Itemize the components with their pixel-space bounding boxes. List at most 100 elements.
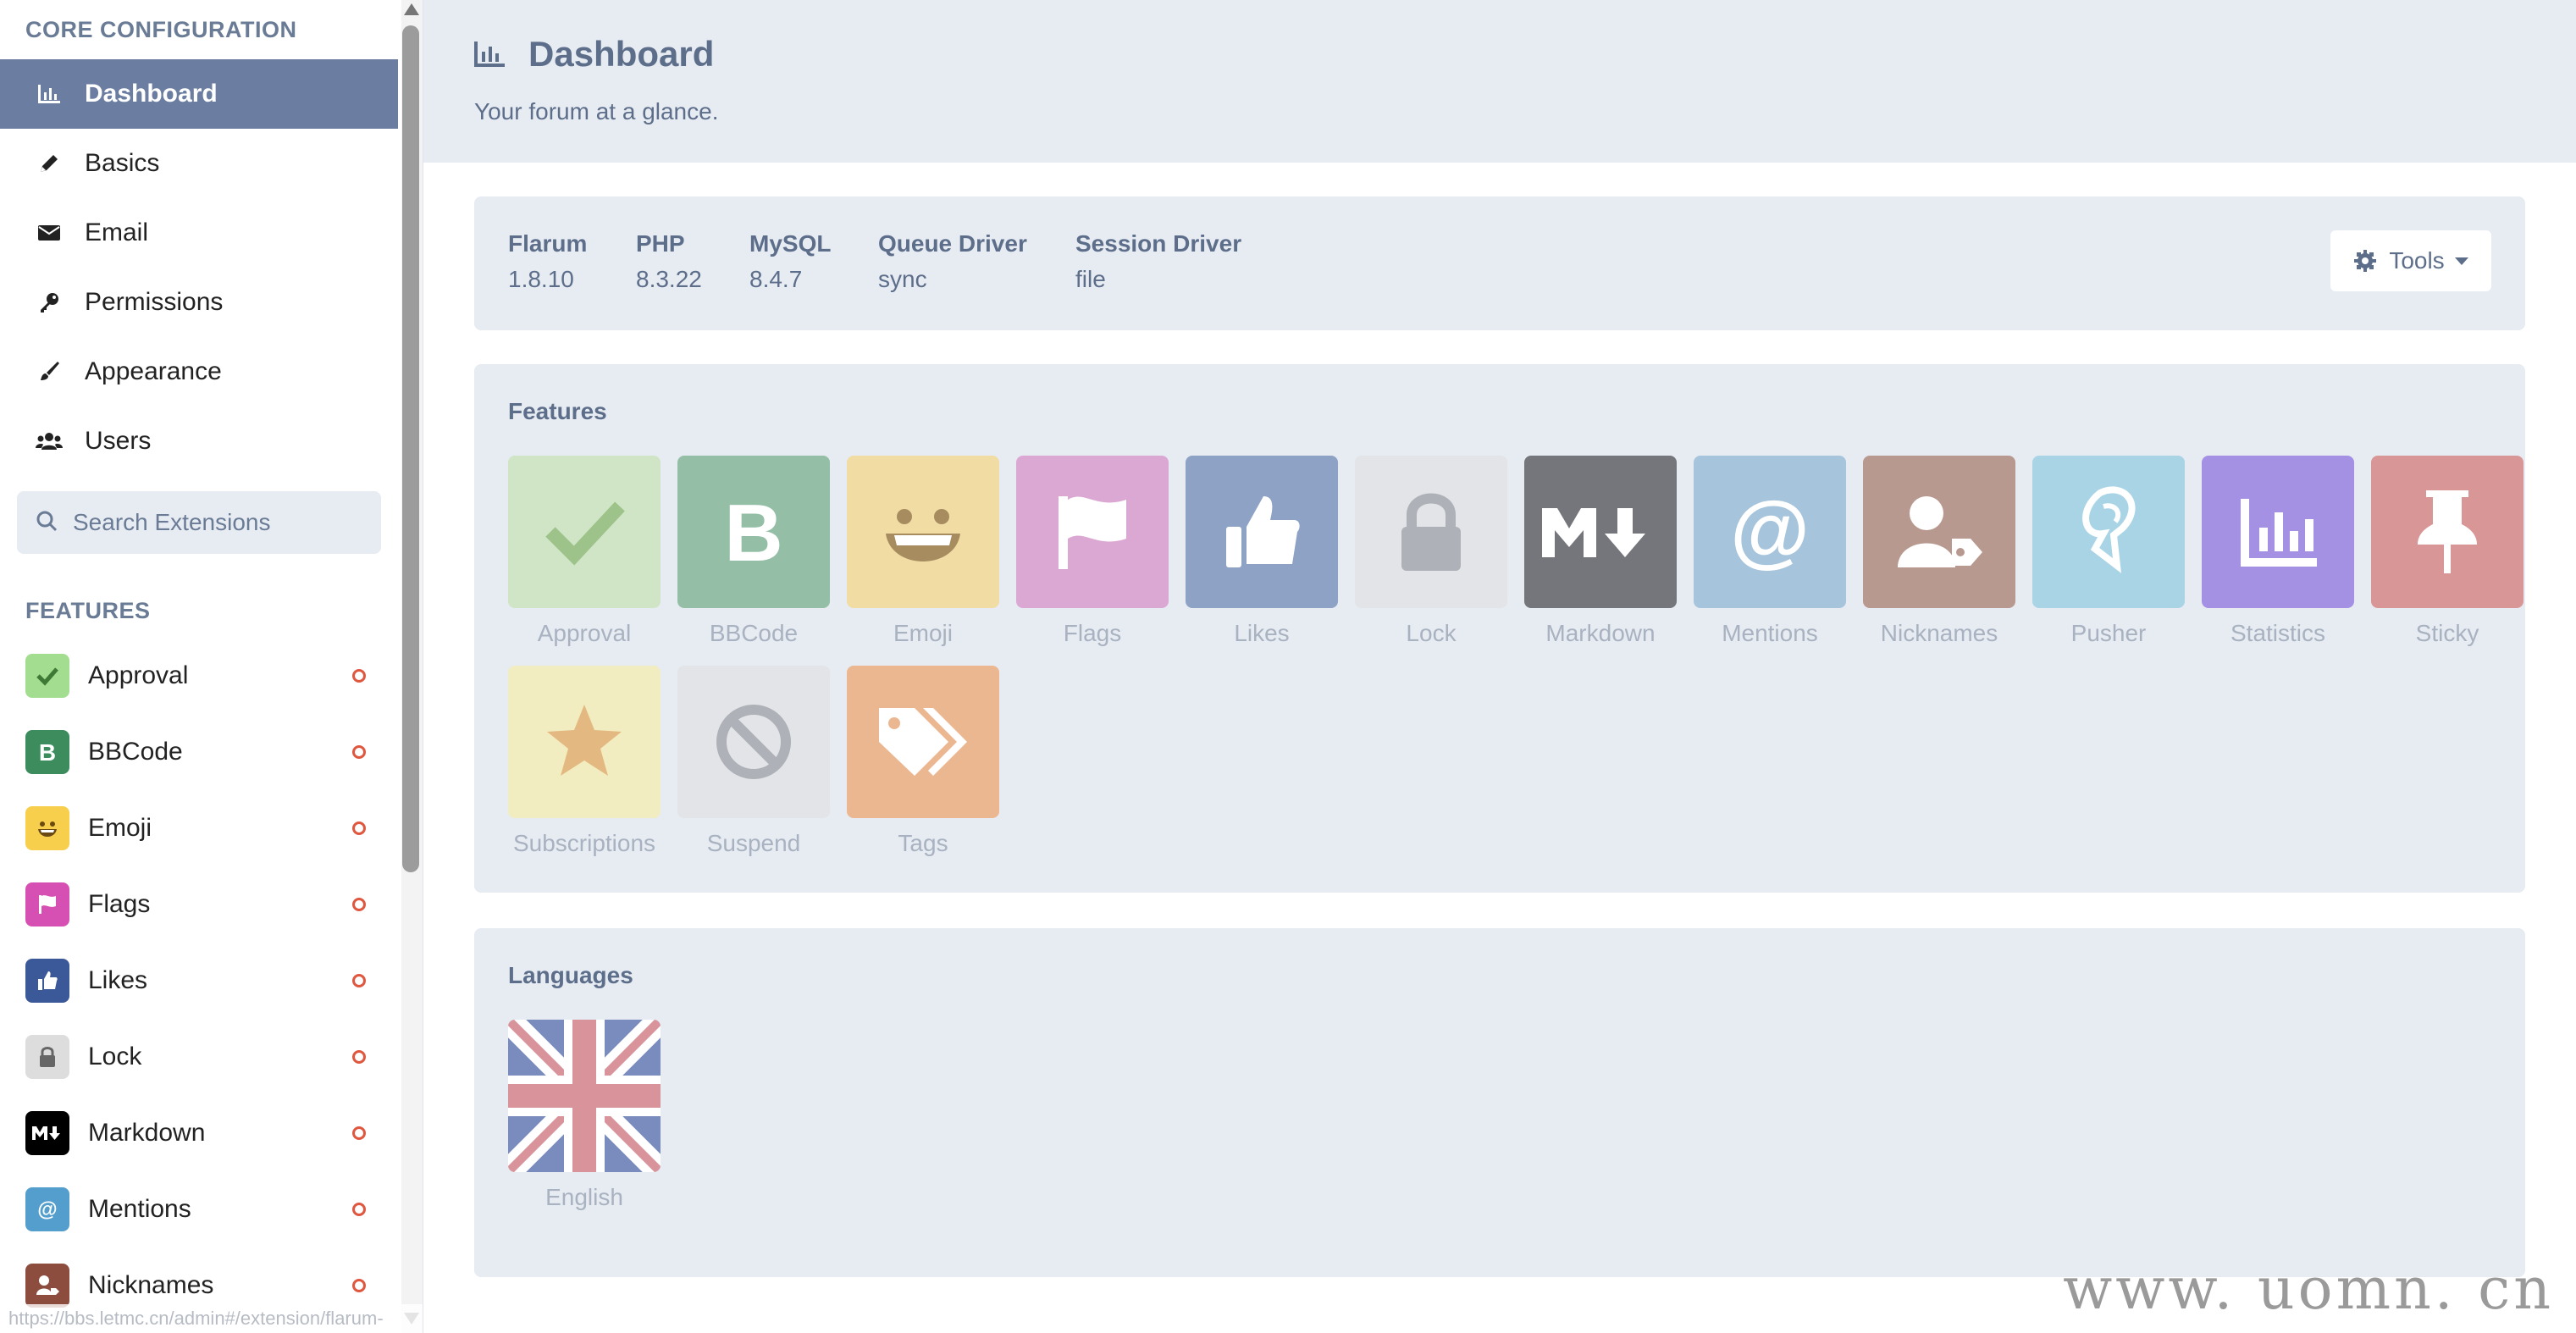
svg-text:B: B [39,739,56,765]
feature-tile-markdown[interactable]: Markdown [1524,456,1677,647]
thumbs-up-icon [1186,456,1338,608]
feature-tile-sticky[interactable]: Sticky [2371,456,2523,647]
tile-label: Nicknames [1880,620,1998,646]
paintbrush-icon [34,357,64,387]
ext-item-lock[interactable]: Lock [0,1019,398,1095]
tile-label: Statistics [2230,620,2326,646]
feature-tile-pusher[interactable]: Pusher [2032,456,2185,647]
feature-tile-suspend[interactable]: Suspend [677,666,830,857]
ext-item-markdown[interactable]: Markdown [0,1095,398,1171]
bar-chart-icon [473,40,506,69]
info-label: Session Driver [1075,230,1242,257]
search-input[interactable] [73,509,361,536]
features-widget: Features Approval B BBCode Emoji Flags L… [474,364,2525,893]
scroll-up-icon[interactable] [404,3,419,15]
info-session-driver: Session Driver file [1075,230,1241,293]
tile-label: Markdown [1545,620,1656,646]
ext-item-approval[interactable]: Approval [0,638,398,714]
ext-item-emoji[interactable]: Emoji [0,790,398,866]
core-configuration-heading: CORE CONFIGURATION [25,17,297,42]
watermark-text: www. uomn. cn [2063,1256,2554,1323]
nav-label: Permissions [85,288,224,316]
info-label: Queue Driver [878,230,1027,257]
tile-label: Flags [1063,620,1122,646]
caret-down-icon [2454,257,2468,265]
info-value: 8.3.22 [636,266,702,292]
nav-label: Basics [85,149,160,177]
nav-label: Email [85,218,149,246]
bar-chart-icon [34,79,64,109]
ext-label: Lock [88,1043,142,1070]
info-value: 1.8.10 [508,266,574,292]
page-header: Dashboard Your forum at a glance. [423,0,2576,163]
feature-tile-flags[interactable]: Flags [1016,456,1169,647]
tile-label: Approval [537,620,632,646]
ext-item-bbcode[interactable]: B BBCode [0,714,398,790]
nav-item-basics[interactable]: Basics [0,129,398,198]
ext-item-likes[interactable]: Likes [0,943,398,1019]
bold-b-icon: B [25,730,69,774]
ban-icon [677,666,830,818]
feature-tile-bbcode[interactable]: B BBCode [677,456,830,647]
nav-item-permissions[interactable]: Permissions [0,268,398,337]
bar-chart-icon [2202,456,2354,608]
tile-label: Mentions [1722,620,1818,646]
envelope-icon [34,218,64,248]
feature-tile-approval[interactable]: Approval [508,456,661,647]
checkmark-icon [25,654,69,698]
feature-tile-mentions[interactable]: @ Mentions [1694,456,1846,647]
tile-label: Pusher [2070,620,2147,646]
status-dot-icon [352,821,366,835]
flag-icon [1016,456,1169,608]
ext-label: Emoji [88,814,152,842]
gear-icon [2353,249,2377,273]
tile-label: Subscriptions [512,830,656,856]
page-title-text: Dashboard [528,34,715,74]
extension-list: Approval B BBCode Emoji Flags Likes Lock… [0,638,398,1324]
tile-label: Sticky [2415,620,2479,646]
ext-label: Likes [88,966,148,994]
info-php: PHP 8.3.22 [636,230,702,293]
at-sign-icon: @ [1694,456,1846,608]
search-extensions[interactable] [17,491,381,554]
feature-tile-emoji[interactable]: Emoji [847,456,999,647]
status-dot-icon [352,1050,366,1064]
uk-flag-icon[interactable] [508,1020,661,1172]
tile-label: Emoji [893,620,953,646]
lock-icon [1355,456,1507,608]
tile-label: Suspend [706,830,801,856]
feature-tile-tags[interactable]: Tags [847,666,999,857]
languages-title: Languages [508,962,633,988]
feature-tile-subscriptions[interactable]: Subscriptions [508,666,661,857]
tools-dropdown-button[interactable]: Tools [2330,230,2491,291]
ext-label: Nicknames [88,1271,214,1299]
ext-item-flags[interactable]: Flags [0,866,398,943]
feature-tile-nicknames[interactable]: Nicknames [1863,456,2015,647]
nav-label: Appearance [85,357,222,385]
tile-label: Lock [1406,620,1457,646]
pencil-icon [34,148,64,179]
sidebar-scroll-thumb[interactable] [402,25,419,872]
nav-item-email[interactable]: Email [0,198,398,268]
markdown-icon [1524,456,1677,608]
feature-tile-likes[interactable]: Likes [1186,456,1338,647]
language-label: English [545,1184,623,1210]
feature-tile-statistics[interactable]: Statistics [2202,456,2354,647]
status-dot-icon [352,1126,366,1140]
svg-text:@: @ [37,1198,57,1221]
feature-tile-lock[interactable]: Lock [1355,456,1507,647]
status-dot-icon [352,1203,366,1216]
nav-item-appearance[interactable]: Appearance [0,337,398,407]
nav-item-dashboard[interactable]: Dashboard [0,59,398,129]
main-area: Dashboard Your forum at a glance. Flarum… [423,0,2576,1333]
nav-label: Users [85,427,152,455]
smile-icon [25,806,69,850]
dashboard-content: Flarum 1.8.10 PHP 8.3.22 MySQL 8.4.7 Que… [423,163,2576,1333]
ext-item-mentions[interactable]: @ Mentions [0,1171,398,1247]
status-bar-url: https://bbs.letmc.cn/admin#/extension/fl… [0,1304,423,1333]
thumbs-up-icon [25,959,69,1003]
features-title: Features [508,398,607,424]
tile-label: Tags [898,830,948,856]
tile-label: Likes [1234,620,1290,646]
nav-item-users[interactable]: Users [0,407,398,476]
